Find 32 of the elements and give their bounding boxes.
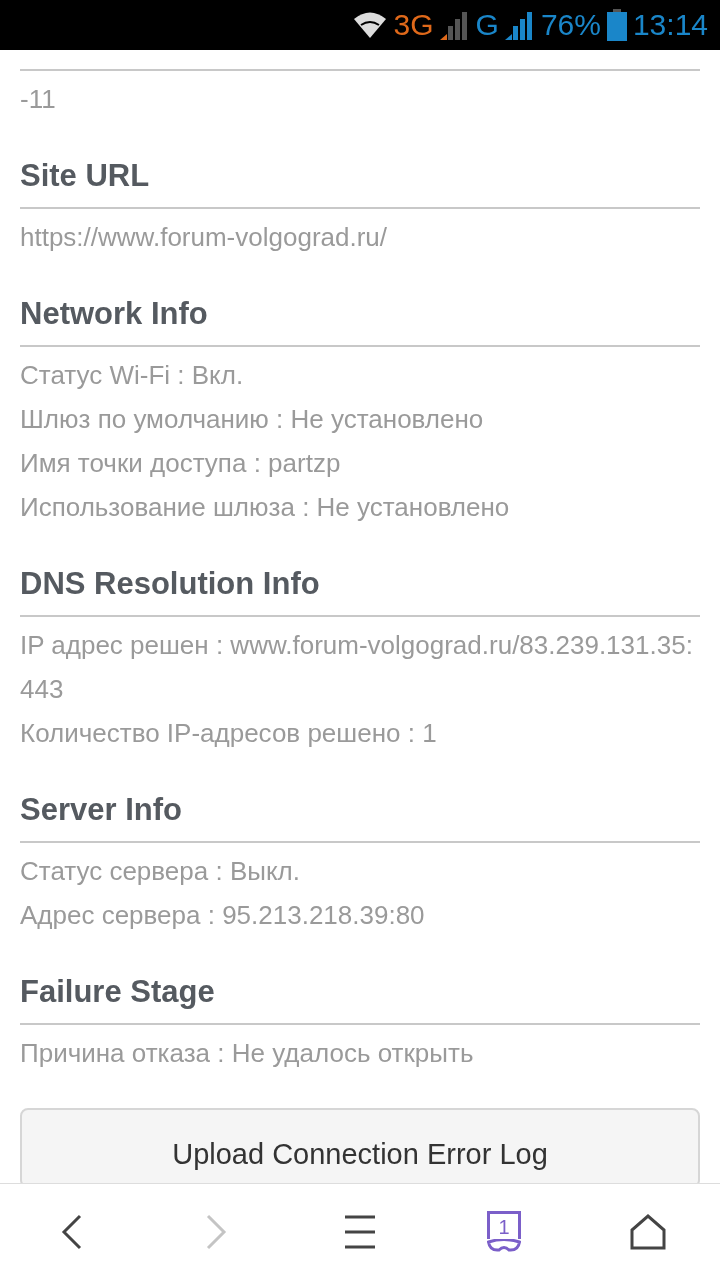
network-type: G	[475, 8, 499, 42]
signal-icon	[504, 10, 535, 40]
clock: 13:14	[632, 8, 708, 42]
info-line: Причина отказа : Не удалось открыть	[20, 1037, 475, 1070]
info-line: Имя точки доступа : partzp	[20, 447, 342, 480]
info-line: https://www.forum-volgograd.ru/	[20, 221, 389, 254]
section-heading: Server Info	[20, 791, 183, 829]
upload-log-button[interactable]: Upload Connection Error Log	[20, 1108, 700, 1183]
info-line: -11	[20, 83, 57, 116]
info-line: Количество IP-адресов решено : 1	[20, 717, 438, 750]
wifi-icon	[351, 10, 388, 40]
battery-icon	[606, 9, 627, 41]
tabs-button[interactable]: 1	[432, 1211, 576, 1253]
network-type: 3G	[393, 8, 434, 42]
battery-percent: 76%	[540, 8, 601, 42]
info-line: Использование шлюза : Не установлено	[20, 491, 511, 524]
info-line: Статус сервера : Выкл.	[20, 855, 301, 888]
section-heading: DNS Resolution Info	[20, 565, 321, 603]
section-heading: Site URL	[20, 157, 151, 195]
info-line: IP адрес решен : www.forum-volgograd.ru/83.239.131.35:443	[20, 629, 694, 706]
forward-icon	[204, 1214, 228, 1250]
mask-icon	[487, 1239, 521, 1253]
section-heading: Network Info	[20, 295, 209, 333]
info-line: Адрес сервера : 95.213.218.39:80	[20, 899, 426, 932]
info-line: Статус Wi-Fi : Вкл.	[20, 359, 245, 392]
section-heading: Failure Stage	[20, 973, 216, 1011]
info-line: Шлюз по умолчанию : Не установлено	[20, 403, 485, 436]
signal-icon	[439, 10, 470, 40]
home-icon	[630, 1214, 666, 1250]
menu-icon	[345, 1215, 375, 1249]
back-icon	[60, 1214, 84, 1250]
tab-count: 1	[487, 1211, 521, 1239]
